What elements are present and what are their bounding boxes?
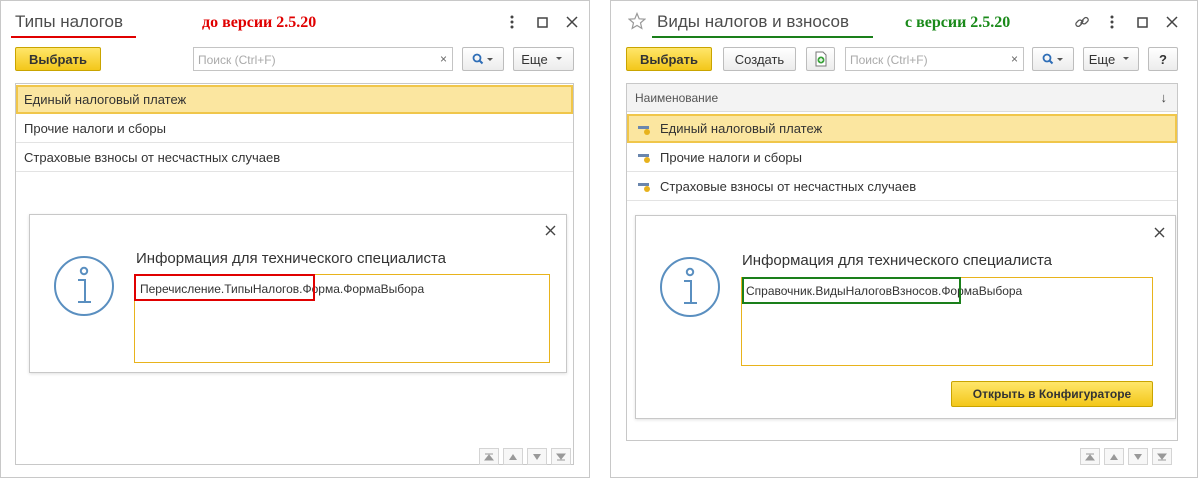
nav-down-icon bbox=[533, 453, 541, 460]
nav-down-button[interactable] bbox=[1128, 448, 1148, 465]
row-item-icon bbox=[638, 180, 652, 192]
close-icon[interactable] bbox=[543, 224, 557, 238]
info-title: Информация для технического специалиста bbox=[136, 250, 447, 267]
nav-up-icon bbox=[509, 453, 517, 460]
select-button[interactable]: Выбрать bbox=[626, 47, 712, 71]
nav-last-button[interactable] bbox=[1152, 448, 1172, 465]
info-panel: Информация для технического специалиста … bbox=[635, 215, 1176, 419]
nav-first-icon bbox=[1085, 453, 1095, 460]
version-label: до версии 2.5.20 bbox=[202, 14, 317, 31]
window-title: Типы налогов bbox=[15, 12, 124, 31]
right-window: Виды налогов и взносов с версии 2.5.20 В… bbox=[610, 0, 1198, 478]
list-item[interactable]: Прочие налоги и сборы bbox=[16, 114, 573, 143]
open-in-configurator-button[interactable]: Открыть в Конфигураторе bbox=[951, 381, 1153, 407]
path-rest: Форма.ФормаВыбора bbox=[302, 282, 425, 296]
list-item[interactable]: Единый налоговый платеж bbox=[627, 114, 1177, 143]
window-title: Виды налогов и взносов bbox=[657, 12, 850, 31]
close-icon[interactable] bbox=[1152, 226, 1166, 240]
row-item-icon bbox=[638, 151, 652, 163]
nav-down-icon bbox=[1134, 453, 1142, 460]
clear-icon[interactable]: × bbox=[1011, 52, 1018, 66]
title-underline bbox=[11, 36, 136, 38]
search-button[interactable] bbox=[1032, 47, 1074, 71]
chevron-down-icon bbox=[1123, 57, 1130, 60]
nav-up-button[interactable] bbox=[1104, 448, 1124, 465]
nav-up-button[interactable] bbox=[503, 448, 523, 465]
nav-last-icon bbox=[1157, 453, 1167, 460]
nav-up-icon bbox=[1110, 453, 1118, 460]
list-item[interactable]: Прочие налоги и сборы bbox=[627, 143, 1177, 172]
info-circle-icon bbox=[657, 254, 723, 325]
title-underline bbox=[652, 36, 873, 38]
left-window: Типы налогов до версии 2.5.20 Выбрать По… bbox=[0, 0, 590, 478]
column-header-label: Наименование bbox=[635, 90, 719, 105]
help-button[interactable]: ? bbox=[1148, 47, 1178, 71]
more-vertical-icon[interactable] bbox=[503, 13, 521, 31]
search-placeholder: Поиск (Ctrl+F) bbox=[198, 53, 276, 67]
add-copy-button[interactable] bbox=[806, 47, 835, 71]
link-icon[interactable] bbox=[1073, 13, 1091, 31]
list-item[interactable]: Страховые взносы от несчастных случаев bbox=[16, 143, 573, 172]
more-vertical-icon[interactable] bbox=[1103, 13, 1121, 31]
nav-last-icon bbox=[556, 453, 566, 460]
search-input[interactable]: Поиск (Ctrl+F) × bbox=[845, 47, 1024, 71]
select-button[interactable]: Выбрать bbox=[15, 47, 101, 71]
more-button[interactable]: Еще bbox=[1083, 47, 1139, 71]
nav-down-button[interactable] bbox=[527, 448, 547, 465]
info-circle-icon bbox=[51, 253, 117, 324]
row-item-icon bbox=[638, 123, 652, 135]
close-icon[interactable] bbox=[1163, 13, 1181, 31]
search-icon bbox=[472, 53, 493, 65]
maximize-icon[interactable] bbox=[1133, 13, 1151, 31]
more-label: Еще bbox=[1088, 51, 1116, 67]
nav-first-button[interactable] bbox=[1080, 448, 1100, 465]
version-label: с версии 2.5.20 bbox=[905, 14, 1011, 31]
chevron-down-icon bbox=[555, 57, 562, 60]
add-copy-icon bbox=[815, 51, 826, 67]
list-item[interactable]: Единый налоговый платеж bbox=[16, 85, 573, 114]
info-title: Информация для технического специалиста bbox=[742, 252, 1053, 269]
star-icon[interactable] bbox=[627, 11, 647, 35]
nav-first-icon bbox=[484, 453, 494, 460]
sort-indicator: ↓ bbox=[1160, 90, 1168, 105]
more-label: Еще bbox=[521, 51, 548, 67]
create-button[interactable]: Создать bbox=[723, 47, 796, 71]
search-placeholder: Поиск (Ctrl+F) bbox=[850, 53, 928, 67]
close-icon[interactable] bbox=[563, 13, 581, 31]
info-panel: Информация для технического специалиста … bbox=[29, 214, 567, 373]
search-button[interactable] bbox=[462, 47, 504, 71]
path-highlight-frame bbox=[742, 277, 961, 304]
clear-icon[interactable]: × bbox=[440, 52, 447, 66]
column-header[interactable]: Наименование ↓ bbox=[627, 84, 1177, 112]
path-highlight-frame bbox=[134, 274, 315, 301]
search-icon bbox=[1042, 53, 1063, 65]
maximize-icon[interactable] bbox=[533, 13, 551, 31]
nav-first-button[interactable] bbox=[479, 448, 499, 465]
search-input[interactable]: Поиск (Ctrl+F) × bbox=[193, 47, 453, 71]
more-button[interactable]: Еще bbox=[513, 47, 574, 71]
list-item[interactable]: Страховые взносы от несчастных случаев bbox=[627, 172, 1177, 201]
nav-last-button[interactable] bbox=[551, 448, 571, 465]
